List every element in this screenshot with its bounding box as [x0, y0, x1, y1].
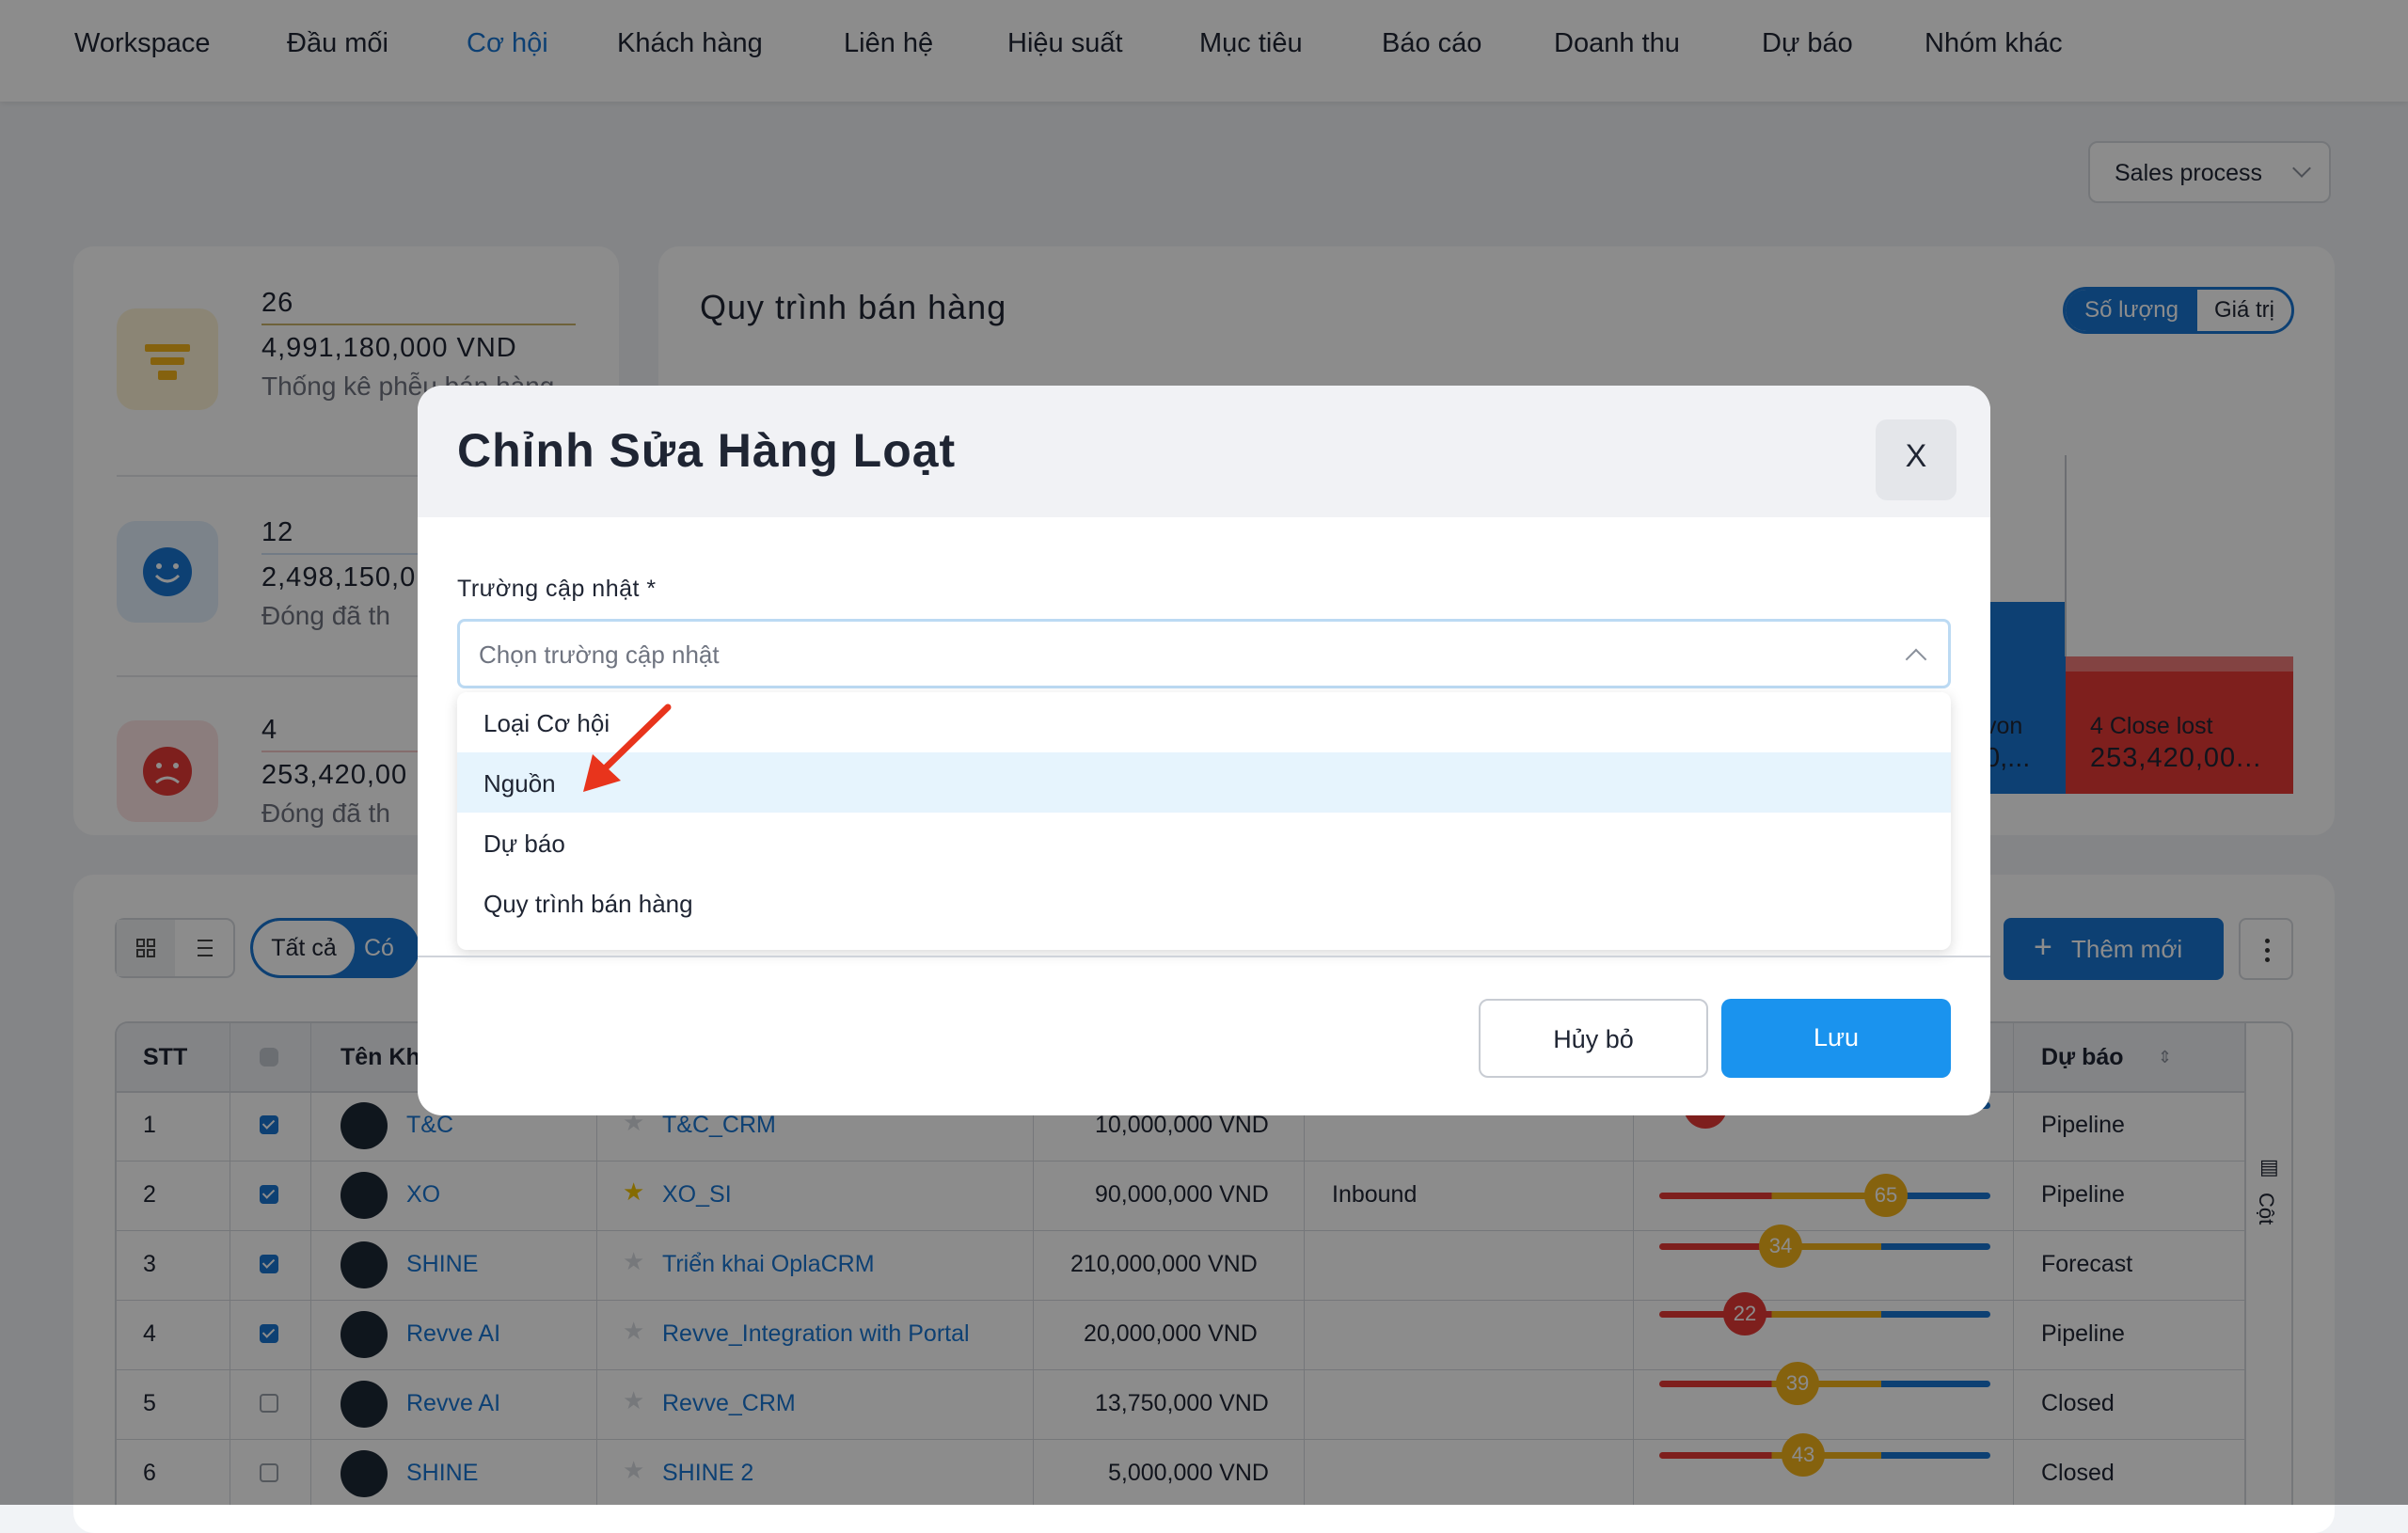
option-forecast[interactable]: Dự báo	[457, 813, 1951, 873]
modal-header: Chỉnh Sửa Hàng Loạt X	[418, 386, 1990, 517]
cancel-button[interactable]: Hủy bỏ	[1479, 999, 1708, 1078]
close-icon: X	[1905, 438, 1927, 474]
option-opportunity-type[interactable]: Loại Cơ hội	[457, 692, 1951, 752]
modal-divider	[418, 956, 1990, 957]
update-field-select[interactable]: Chọn trường cập nhật	[457, 619, 1951, 688]
update-field-dropdown: Loại Cơ hội Nguồn Dự báo Quy trình bán h…	[457, 692, 1951, 950]
annotation-arrow-icon	[583, 703, 672, 792]
option-source[interactable]: Nguồn	[457, 752, 1951, 813]
chevron-up-icon	[1905, 648, 1927, 671]
close-button[interactable]: X	[1876, 419, 1956, 500]
field-label: Trường cập nhật *	[457, 576, 657, 602]
save-button[interactable]: Lưu	[1721, 999, 1951, 1078]
modal-title: Chỉnh Sửa Hàng Loạt	[457, 424, 957, 477]
update-field-placeholder: Chọn trường cập nhật	[479, 640, 720, 669]
option-sales-process[interactable]: Quy trình bán hàng	[457, 873, 1951, 933]
